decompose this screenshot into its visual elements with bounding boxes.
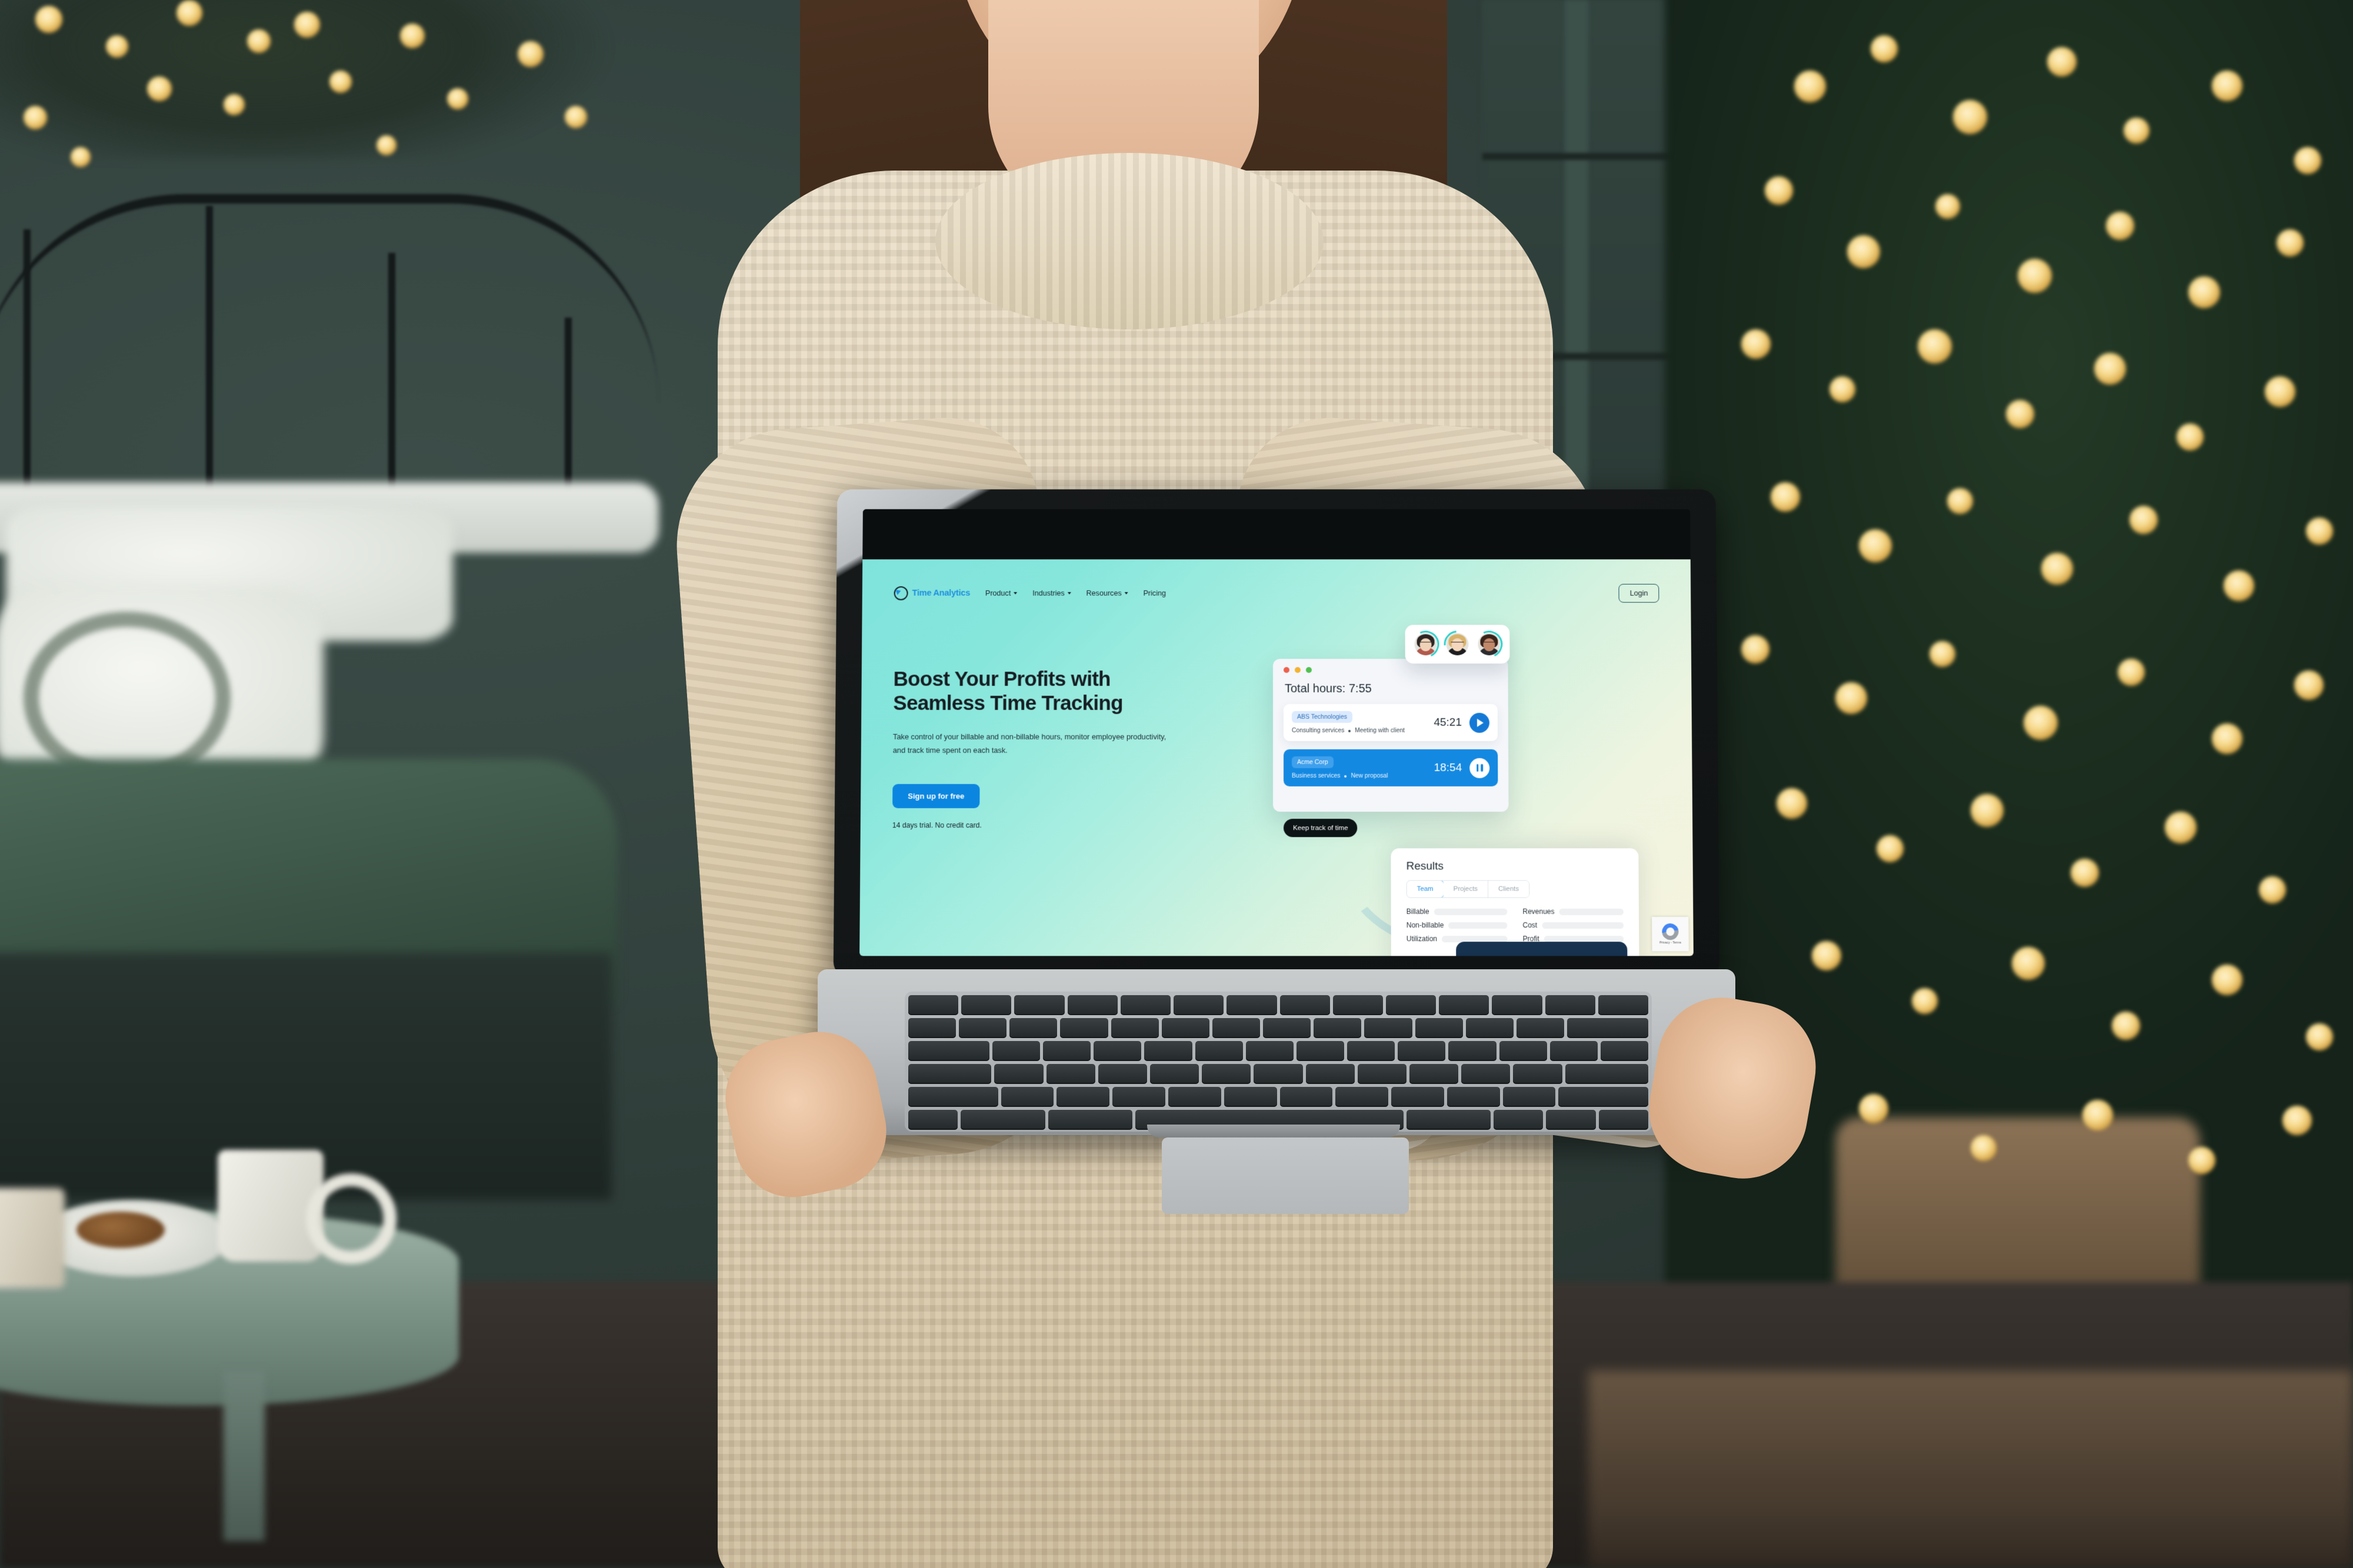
nav-item-resources[interactable]: Resources <box>1086 589 1128 598</box>
base-front-lip <box>1147 1125 1400 1137</box>
metric-row: Billable <box>1407 908 1508 916</box>
table-leg <box>224 1370 265 1541</box>
nav-label: Resources <box>1086 589 1122 598</box>
landing-page: Time Analytics Product Industries Resour… <box>859 559 1694 956</box>
brand-name: Time Analytics <box>912 588 971 598</box>
laptop-bezel: Time Analytics Product Industries Resour… <box>859 509 1694 956</box>
timer-card: Total hours: 7:55 ABS Technologies Consu… <box>1272 659 1509 812</box>
chevron-down-icon <box>1124 592 1128 595</box>
window-dot-green <box>1305 667 1312 673</box>
entry-time: 45:21 <box>1434 716 1462 729</box>
site-nav: Time Analytics Product Industries Resour… <box>894 582 1659 605</box>
keyboard-row <box>908 1041 1648 1061</box>
hero-section: Boost Your Profits with Seamless Time Tr… <box>892 668 1240 829</box>
page-title: Boost Your Profits with Seamless Time Tr… <box>893 668 1240 715</box>
client-chip: Acme Corp <box>1292 756 1334 769</box>
metric-track <box>1442 935 1508 942</box>
results-tabs: Team Projects Clients <box>1406 880 1530 898</box>
keyboard[interactable] <box>905 992 1652 1132</box>
chevron-down-icon <box>1014 592 1018 595</box>
keyboard-row <box>908 1064 1648 1084</box>
mug-handle <box>306 1173 396 1264</box>
keyboard-row <box>908 995 1649 1015</box>
recaptcha-icon <box>1662 923 1678 940</box>
keyboard-row <box>908 1087 1649 1107</box>
nav-item-industries[interactable]: Industries <box>1032 589 1071 598</box>
laptop: Time Analytics Product Industries Resour… <box>818 488 1735 1214</box>
page-section-below <box>1456 942 1628 956</box>
metric-track <box>1559 908 1624 915</box>
metric-label: Billable <box>1406 907 1429 916</box>
dot-separator-icon <box>1348 729 1351 732</box>
circle-arrow-logo-icon <box>894 586 908 600</box>
dot-separator-icon <box>1344 775 1347 778</box>
trial-fineprint: 14 days trial. No credit card. <box>892 821 982 830</box>
metric-row: Non-billable <box>1407 921 1508 929</box>
entry-task: Meeting with client <box>1355 728 1405 734</box>
play-icon[interactable] <box>1469 712 1490 733</box>
client-chip: ABS Technologies <box>1291 711 1353 723</box>
holiday-garland <box>0 0 612 159</box>
avatar[interactable] <box>1408 626 1443 662</box>
recaptcha-badge[interactable]: Privacy - Terms <box>1652 916 1689 952</box>
nav-item-pricing[interactable]: Pricing <box>1144 589 1166 598</box>
avatar[interactable] <box>1472 626 1507 662</box>
photo-scene: Time Analytics Product Industries Resour… <box>0 0 2353 1568</box>
metric-track <box>1434 908 1508 915</box>
tab-clients[interactable]: Clients <box>1488 880 1529 898</box>
laptop-lid: Time Analytics Product Industries Resour… <box>833 489 1720 978</box>
headline-line-2: Seamless Time Tracking <box>893 691 1123 715</box>
nav-label: Pricing <box>1143 589 1166 598</box>
entry-meta: Consulting services Meeting with client <box>1292 728 1434 734</box>
browser-top-band <box>862 509 1691 560</box>
metric-track <box>1544 935 1624 942</box>
small-cup <box>0 1188 65 1288</box>
trackpad[interactable] <box>1162 1137 1409 1214</box>
metric-row: Revenues <box>1522 908 1624 916</box>
results-card: Results Team Projects Clients Billable R… <box>1391 848 1639 956</box>
metric-track <box>1448 922 1508 929</box>
login-button[interactable]: Login <box>1618 583 1659 603</box>
laptop-screen: Time Analytics Product Industries Resour… <box>859 559 1694 956</box>
metric-row: Cost <box>1522 921 1624 929</box>
entry-task: New proposal <box>1351 773 1388 780</box>
metric-label: Utilization <box>1406 935 1438 943</box>
keyboard-row <box>908 1018 1648 1038</box>
avatar[interactable] <box>1438 625 1477 663</box>
pause-icon[interactable] <box>1469 758 1490 778</box>
recaptcha-text: Privacy - Terms <box>1659 941 1682 945</box>
metric-track <box>1542 922 1624 929</box>
bed-headboard <box>0 194 682 547</box>
nav-item-product[interactable]: Product <box>985 589 1018 598</box>
total-hours-label: Total hours: 7:55 <box>1284 682 1372 696</box>
metric-label: Non-billable <box>1406 920 1444 930</box>
results-metrics: Billable Revenues Non-billable Cost Util… <box>1407 908 1624 943</box>
metric-label: Revenues <box>1522 907 1555 916</box>
nav-label: Product <box>985 589 1011 598</box>
time-entry-row[interactable]: Acme Corp Business services New proposal… <box>1284 749 1498 787</box>
team-avatars <box>1405 625 1510 664</box>
metric-label: Cost <box>1522 920 1538 930</box>
entry-service: Consulting services <box>1291 728 1345 734</box>
brand-logo[interactable]: Time Analytics <box>894 586 971 600</box>
sweater-collar <box>935 153 1324 329</box>
headline-line-1: Boost Your Profits with <box>893 668 1111 691</box>
cookie <box>76 1212 165 1248</box>
entry-meta: Business services New proposal <box>1292 773 1434 779</box>
tab-team[interactable]: Team <box>1406 880 1444 898</box>
window-dot-yellow <box>1294 667 1301 673</box>
entry-service: Business services <box>1292 773 1341 780</box>
window-dot-red <box>1283 667 1289 673</box>
nav-label: Industries <box>1032 589 1065 598</box>
time-entry-row[interactable]: ABS Technologies Consulting services Mee… <box>1283 704 1498 741</box>
chevron-down-icon <box>1067 592 1071 595</box>
tooltip-keep-track: Keep track of time <box>1284 819 1358 838</box>
signup-button[interactable]: Sign up for free <box>892 784 980 809</box>
hero-subtext: Take control of your billable and non-bi… <box>892 732 1166 755</box>
entry-time: 18:54 <box>1434 761 1462 774</box>
wreath-decor <box>24 612 231 783</box>
results-title: Results <box>1406 860 1444 873</box>
tab-projects[interactable]: Projects <box>1443 880 1489 898</box>
